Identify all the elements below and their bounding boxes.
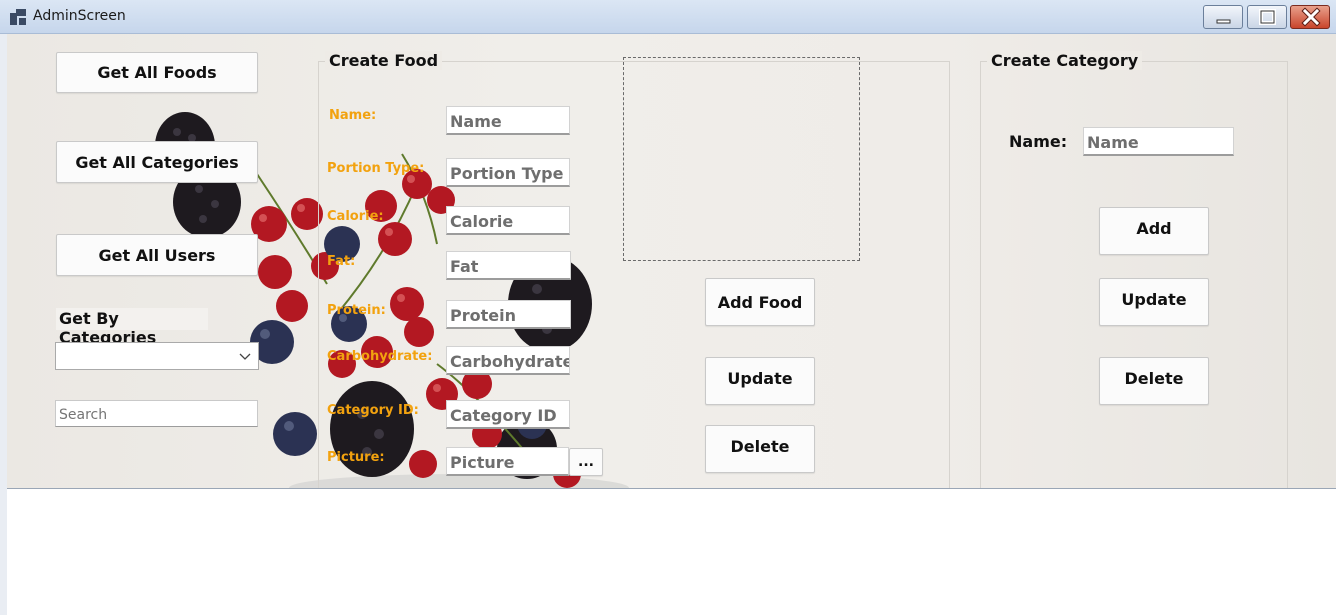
calorie-input[interactable] [446, 206, 570, 235]
add-category-button[interactable]: Add [1099, 207, 1209, 255]
portion-type-label: Portion Type: [327, 161, 425, 176]
create-category-title: Create Category [987, 51, 1143, 70]
category-id-label: Category ID: [327, 403, 419, 418]
category-name-label: Name: [1009, 132, 1068, 151]
get-all-users-button[interactable]: Get All Users [56, 234, 258, 276]
create-category-group [980, 61, 1288, 489]
update-food-button[interactable]: Update [705, 357, 815, 405]
update-category-button[interactable]: Update [1099, 278, 1209, 326]
close-button[interactable] [1290, 5, 1330, 29]
results-grid[interactable] [7, 488, 1336, 615]
delete-food-button[interactable]: Delete [705, 425, 815, 473]
picture-label: Picture: [327, 450, 385, 465]
category-name-input[interactable] [1083, 127, 1234, 156]
protein-label: Protein: [327, 303, 386, 318]
title-bar[interactable] [0, 0, 1336, 34]
fat-label: Fat: [327, 254, 356, 269]
close-icon [1301, 7, 1321, 27]
add-food-button[interactable]: Add Food [705, 278, 815, 326]
picture-input[interactable] [446, 447, 569, 476]
chevron-down-icon [239, 353, 251, 360]
carbohydrate-label: Carbohydrate: [327, 349, 433, 364]
get-all-categories-button[interactable]: Get All Categories [56, 141, 258, 183]
browse-picture-button[interactable]: ... [569, 448, 603, 476]
minimize-button[interactable] [1203, 5, 1243, 29]
calorie-label: Calorie: [327, 209, 384, 224]
portion-type-input[interactable] [446, 158, 570, 187]
app-icon [10, 9, 26, 25]
carbohydrate-input[interactable] [446, 346, 570, 375]
protein-input[interactable] [446, 300, 571, 329]
search-input[interactable] [55, 400, 258, 427]
window-title: AdminScreen [33, 8, 126, 24]
delete-category-button[interactable]: Delete [1099, 357, 1209, 405]
maximize-icon [1259, 9, 1276, 25]
maximize-button[interactable] [1247, 5, 1287, 29]
get-all-foods-button[interactable]: Get All Foods [56, 52, 258, 93]
fat-input[interactable] [446, 251, 571, 280]
food-picture-box [623, 57, 860, 261]
create-food-title: Create Food [325, 51, 443, 70]
food-name-label: Name: [329, 108, 377, 123]
category-select[interactable] [55, 342, 259, 370]
minimize-icon [1216, 19, 1231, 24]
get-by-categories-label: Get By Categories [56, 308, 208, 347]
food-name-input[interactable] [446, 106, 570, 135]
category-id-input[interactable] [446, 400, 570, 429]
